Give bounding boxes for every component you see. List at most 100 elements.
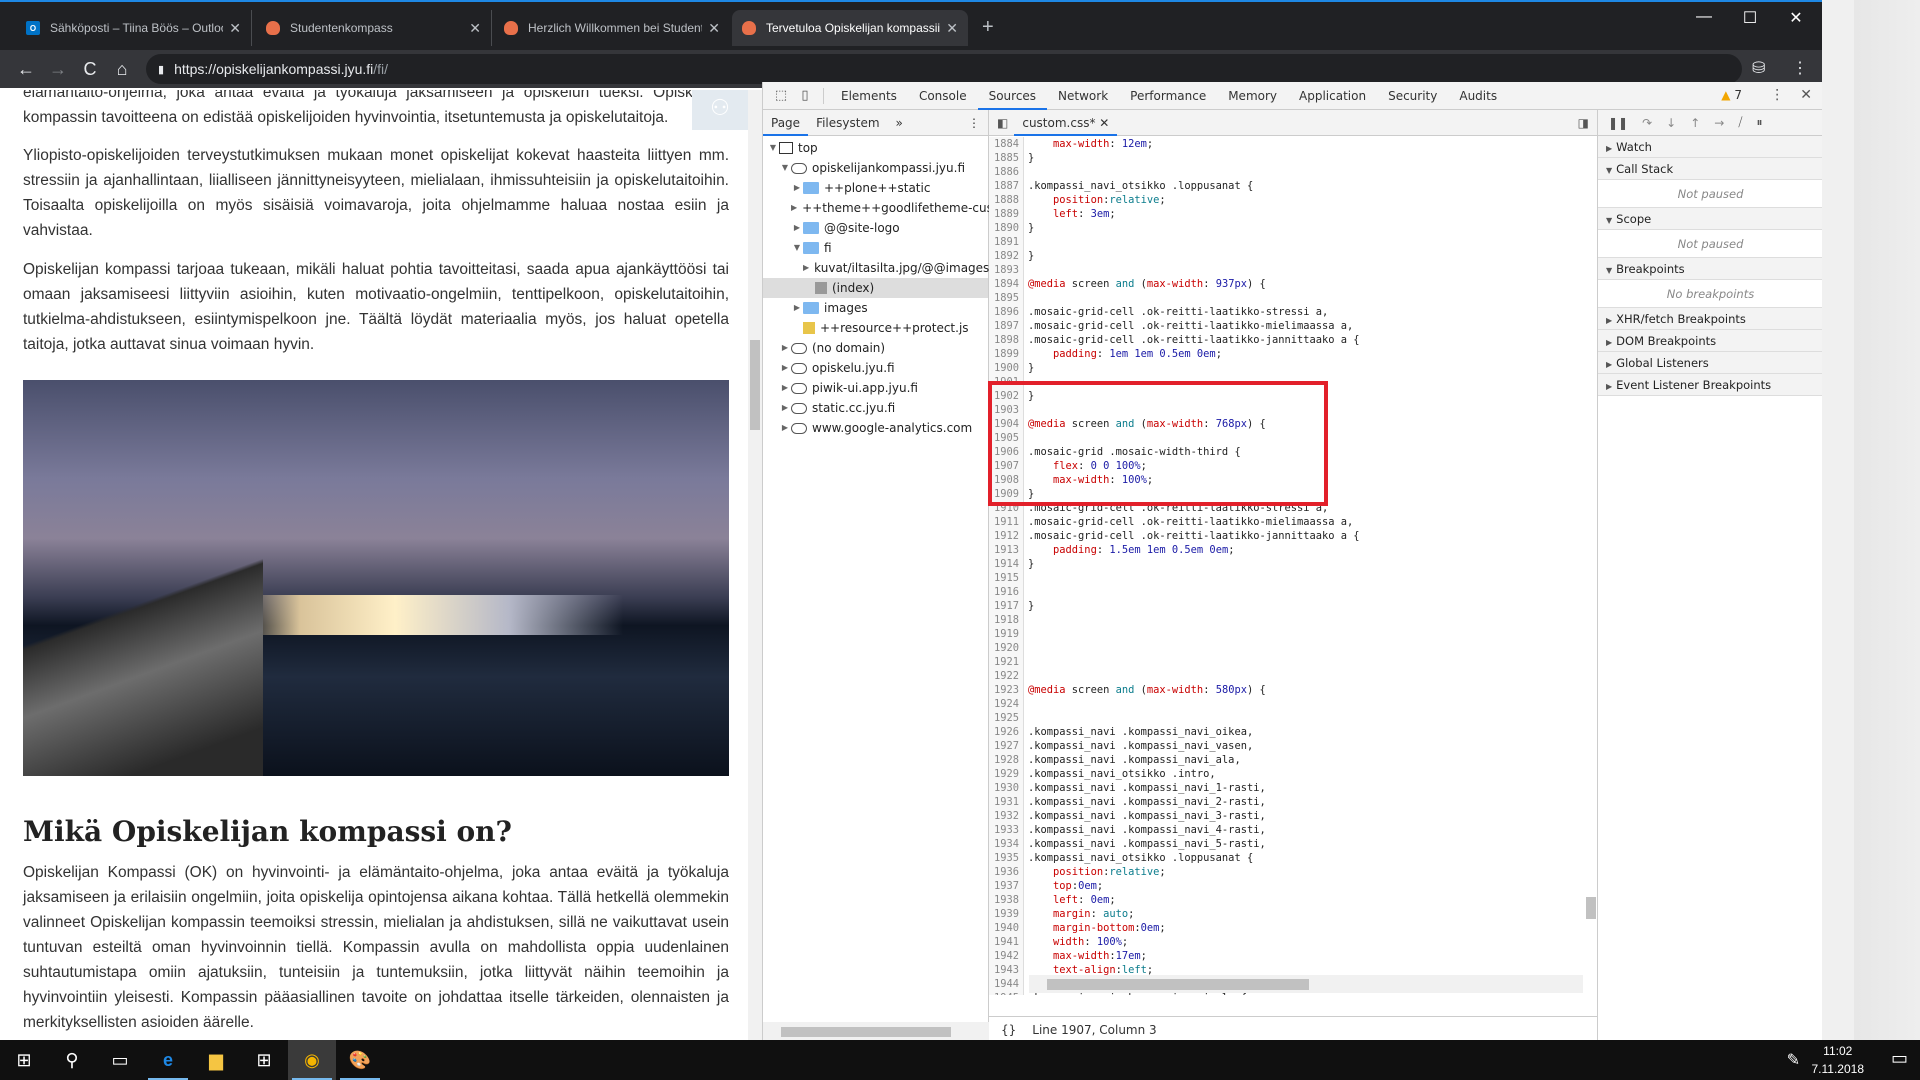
code-line[interactable]: 1933 .kompassi_navi .kompassi_navi_4-rast…: [989, 823, 1583, 837]
line-number[interactable]: 1925: [989, 711, 1024, 725]
code-line[interactable]: 1886: [989, 165, 1583, 179]
code-line[interactable]: 1889 left: 3em;: [989, 207, 1583, 221]
toggle-navigator-icon[interactable]: ◧: [997, 116, 1008, 130]
code-line[interactable]: 1892}: [989, 249, 1583, 263]
code-line[interactable]: 1910 .mosaic-grid-cell .ok-reitti-laatikk…: [989, 501, 1583, 515]
code-line[interactable]: 1905: [989, 431, 1583, 445]
close-tab-icon[interactable]: ✕: [946, 20, 958, 37]
line-number[interactable]: 1932: [989, 809, 1024, 823]
line-number[interactable]: 1933: [989, 823, 1024, 837]
pretty-print-icon[interactable]: {}: [1001, 1023, 1016, 1037]
code-line[interactable]: 1908 max-width: 100%;: [989, 473, 1583, 487]
line-number[interactable]: 1943: [989, 963, 1024, 977]
line-number[interactable]: 1903: [989, 403, 1024, 417]
devtools-tab-console[interactable]: Console: [908, 82, 978, 110]
tree-item[interactable]: ▶ (no domain): [763, 338, 988, 358]
system-clock[interactable]: 11:02 7.11.2018: [1812, 1042, 1865, 1078]
tree-item[interactable]: ▼ fi: [763, 238, 988, 258]
code-line[interactable]: 1911 .mosaic-grid-cell .ok-reitti-laatikk…: [989, 515, 1583, 529]
code-line[interactable]: 1913 padding: 1.5em 1em 0.5em 0em;: [989, 543, 1583, 557]
code-line[interactable]: 1938 left: 0em;: [989, 893, 1583, 907]
line-number[interactable]: 1886: [989, 165, 1024, 179]
line-number[interactable]: 1927: [989, 739, 1024, 753]
debugger-section-header[interactable]: ▶ DOM Breakpoints: [1598, 330, 1823, 352]
navigator-menu-icon[interactable]: ⋮: [960, 110, 988, 136]
code-line[interactable]: 1897 .mosaic-grid-cell .ok-reitti-laatikk…: [989, 319, 1583, 333]
tree-item[interactable]: ▶ ++plone++static: [763, 178, 988, 198]
code-line[interactable]: 1902}: [989, 389, 1583, 403]
code-line[interactable]: 1929 .kompassi_navi_otsikko .intro,: [989, 767, 1583, 781]
code-line[interactable]: 1903: [989, 403, 1583, 417]
code-line[interactable]: 1928 .kompassi_navi .kompassi_navi_ala,: [989, 753, 1583, 767]
debugger-section-header[interactable]: ▶ Global Listeners: [1598, 352, 1823, 374]
code-line[interactable]: 1934 .kompassi_navi .kompassi_navi_5-rast…: [989, 837, 1583, 851]
line-number[interactable]: 1908: [989, 473, 1024, 487]
tree-item[interactable]: ▶ kuvat/iltasilta.jpg/@@images: [763, 258, 989, 278]
code-lines[interactable]: 1884 max-width: 12em; 1885} 1886 1887 .kompa…: [989, 137, 1583, 995]
code-line[interactable]: 1941 width: 100%;: [989, 935, 1583, 949]
line-number[interactable]: 1926: [989, 725, 1024, 739]
page-scrollbar[interactable]: [748, 90, 762, 1042]
line-number[interactable]: 1928: [989, 753, 1024, 767]
navigator-hscrollbar[interactable]: [763, 1022, 989, 1042]
close-window-button[interactable]: ✕: [1776, 8, 1816, 28]
tree-item[interactable]: ▶ @@site-logo: [763, 218, 988, 238]
collapsed-arrow-icon[interactable]: ▶: [779, 378, 791, 398]
code-line[interactable]: 1896 .mosaic-grid-cell .ok-reitti-laatikk…: [989, 305, 1583, 319]
debugger-section-header[interactable]: ▼ Breakpoints: [1598, 258, 1823, 280]
step-icon[interactable]: →: [1714, 116, 1724, 130]
home-button[interactable]: ⌂: [106, 59, 138, 80]
code-line[interactable]: 1921: [989, 655, 1583, 669]
action-center-icon[interactable]: ▭: [1891, 1048, 1908, 1069]
collapsed-arrow-icon[interactable]: ▶: [803, 258, 809, 278]
page-scrollbar-thumb[interactable]: [750, 340, 760, 430]
toggle-debugger-icon[interactable]: ◨: [1578, 116, 1589, 130]
line-number[interactable]: 1890: [989, 221, 1024, 235]
line-number[interactable]: 1914: [989, 557, 1024, 571]
line-number[interactable]: 1935: [989, 851, 1024, 865]
new-tab-button[interactable]: +: [982, 16, 994, 39]
line-number[interactable]: 1911: [989, 515, 1024, 529]
code-line[interactable]: 1885}: [989, 151, 1583, 165]
line-number[interactable]: 1913: [989, 543, 1024, 557]
line-number[interactable]: 1940: [989, 921, 1024, 935]
incognito-icon[interactable]: ⛁: [1752, 58, 1765, 78]
line-number[interactable]: 1918: [989, 613, 1024, 627]
line-number[interactable]: 1893: [989, 263, 1024, 277]
collapsed-arrow-icon[interactable]: ▶: [779, 358, 791, 378]
code-line[interactable]: 1890}: [989, 221, 1583, 235]
code-line[interactable]: 1907 flex: 0 0 100%;: [989, 459, 1583, 473]
editor-vscrollbar[interactable]: [1583, 137, 1597, 995]
code-line[interactable]: 1888 position:relative;: [989, 193, 1583, 207]
line-number[interactable]: 1924: [989, 697, 1024, 711]
devtools-tab-sources[interactable]: Sources: [977, 82, 1048, 110]
collapsed-arrow-icon[interactable]: ▶: [791, 218, 803, 238]
line-number[interactable]: 1887: [989, 179, 1024, 193]
code-line[interactable]: 1887 .kompassi_navi_otsikko .loppusanat {: [989, 179, 1583, 193]
line-number[interactable]: 1889: [989, 207, 1024, 221]
code-line[interactable]: 1919: [989, 627, 1583, 641]
tab-outlook[interactable]: O Sähköposti – Tiina Böös – Outlook ✕: [16, 10, 252, 46]
forward-button[interactable]: →: [42, 59, 74, 80]
line-number[interactable]: 1921: [989, 655, 1024, 669]
code-line[interactable]: 1891: [989, 235, 1583, 249]
line-number[interactable]: 1888: [989, 193, 1024, 207]
code-line[interactable]: 1900}: [989, 361, 1583, 375]
code-line[interactable]: 1923 @media screen and (max-width: 580px)…: [989, 683, 1583, 697]
code-line[interactable]: 1899 padding: 1em 1em 0.5em 0em;: [989, 347, 1583, 361]
tab-studentenkompass[interactable]: Studentenkompass ✕: [256, 10, 492, 46]
line-number[interactable]: 1901: [989, 375, 1024, 389]
expanded-arrow-icon[interactable]: ▼: [791, 238, 803, 258]
line-number[interactable]: 1896: [989, 305, 1024, 319]
line-number[interactable]: 1916: [989, 585, 1024, 599]
code-line[interactable]: 1904 @media screen and (max-width: 768px)…: [989, 417, 1583, 431]
line-number[interactable]: 1904: [989, 417, 1024, 431]
tree-item[interactable]: ▶ opiskelu.jyu.fi: [763, 358, 988, 378]
devtools-menu-icon[interactable]: ⋮: [1770, 87, 1784, 103]
tree-item[interactable]: ▼ opiskelijankompassi.jyu.fi: [763, 158, 988, 178]
devtools-tab-memory[interactable]: Memory: [1217, 82, 1288, 110]
line-number[interactable]: 1922: [989, 669, 1024, 683]
line-number[interactable]: 1938: [989, 893, 1024, 907]
line-number[interactable]: 1885: [989, 151, 1024, 165]
accessibility-button[interactable]: ⚇: [692, 90, 748, 130]
